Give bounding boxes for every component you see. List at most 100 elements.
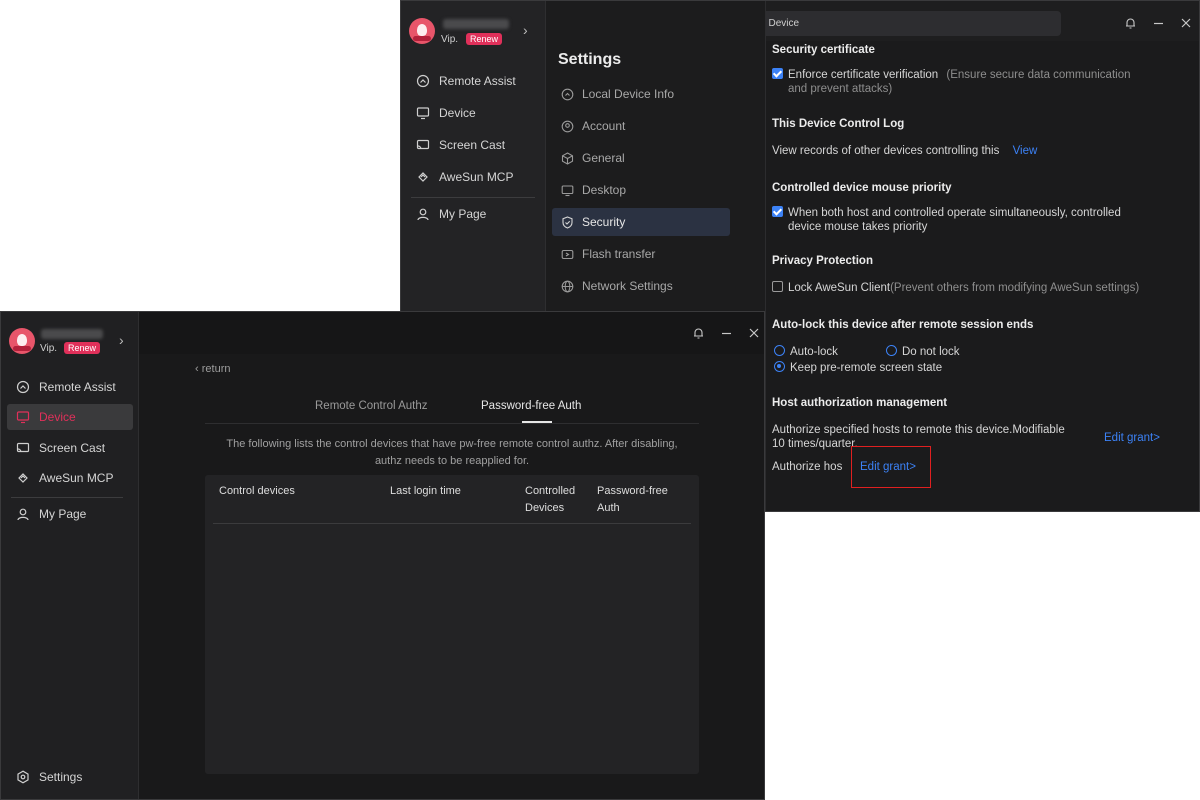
mouse-priority-title: Controlled device mouse priority [772,182,952,194]
nav-my-page[interactable]: My Page [407,201,539,227]
mouse-priority-label: When both host and controlled operate si… [788,207,1121,219]
minimize-icon[interactable] [1151,16,1165,30]
auto-lock-radio[interactable]: Auto-lock [774,345,838,359]
nav-awesun-mcp[interactable]: AweSun MCP [407,164,539,190]
nav-label: Remote Assist [39,380,116,394]
nav-device[interactable]: Device [407,100,539,126]
return-link[interactable]: ‹ return [195,363,230,375]
nav-divider [11,497,123,498]
col-password-free-auth-line-2: Auth [597,502,620,514]
do-not-lock-radio-button[interactable] [886,345,897,356]
nav-my-page[interactable]: My Page [7,501,133,527]
avatar[interactable] [9,328,35,354]
auth-description-line-1: The following lists the control devices … [226,438,678,450]
tab-remote-control-authz[interactable]: Remote Control Authz [315,400,428,412]
nav-settings[interactable]: Settings [7,764,133,790]
settings-item-general[interactable]: General [552,144,730,172]
settings-item-label: General [582,151,625,165]
renew-badge[interactable]: Renew [466,33,503,45]
edit-grant-link[interactable]: Edit grant> [1104,431,1160,445]
col-password-free-auth: Password-free Auth [597,483,668,517]
profile-chevron-icon[interactable]: › [523,22,528,38]
account-icon [560,119,574,133]
settings-item-local-device-info[interactable]: Local Device Info [552,80,730,108]
avatar[interactable] [409,18,435,44]
enforce-cert-label: Enforce certificate verification [788,69,939,81]
authorize-host-label: Authorize hos [772,461,843,473]
settings-item-label: Local Device Info [582,87,675,101]
desktop-icon [560,183,574,197]
password-free-auth-page: ‹ return Remote Control Authz Password-f… [139,354,764,799]
nav-remote-assist[interactable]: Remote Assist [7,374,133,400]
mouse-priority-option[interactable]: When both host and controlled operate si… [772,206,1121,220]
nav-label: Screen Cast [39,441,106,455]
bell-icon[interactable] [1123,16,1137,30]
vip-label: Vip. [441,34,459,45]
settings-item-account[interactable]: Account [552,112,730,140]
auto-lock-radio-button[interactable] [774,345,785,356]
auto-lock-label: Auto-lock [790,346,838,358]
auth-tabs: Remote Control Authz Password-free Auth [205,394,699,424]
device-window: Vip. Renew › Remote Assist Device Screen… [0,311,765,800]
mcp-icon [15,470,31,486]
keep-screen-radio[interactable]: Keep pre-remote screen state [774,361,942,375]
settings-item-label: Network Settings [582,279,673,293]
col-controlled-devices: Controlled Devices [525,483,575,517]
settings-item-label: Account [582,119,626,133]
settings-item-network-settings[interactable]: Network Settings [552,272,730,300]
enforce-cert-checkbox[interactable] [772,68,783,79]
view-log-link[interactable]: View [1013,145,1038,157]
nav-awesun-mcp[interactable]: AweSun MCP [7,465,133,491]
profile-name-blurred [443,19,509,29]
shield-icon [560,215,574,229]
settings-item-flash-transfer[interactable]: Flash transfer [552,240,730,268]
close-icon[interactable] [747,326,761,340]
bell-icon[interactable] [691,326,705,340]
auth-devices-table: Control devices Last login time Controll… [205,475,699,774]
nav-remote-assist[interactable]: Remote Assist [407,68,539,94]
nav-label: My Page [439,207,487,221]
minimize-icon[interactable] [719,326,733,340]
nav-label: My Page [39,507,87,521]
do-not-lock-radio[interactable]: Do not lock [886,345,960,359]
renew-badge[interactable]: Renew [64,342,101,354]
active-tab-indicator [522,421,552,423]
settings-title: Settings [558,51,622,68]
lock-client-hint: (Prevent others from modifying AweSun se… [890,282,1140,294]
settings-item-desktop[interactable]: Desktop [552,176,730,204]
profile-area[interactable] [409,18,435,44]
settings-hex-icon [15,769,31,785]
chevron-left-icon: ‹ [195,363,202,375]
nav-label: Screen Cast [439,138,506,152]
cube-icon [560,151,574,165]
nav-device[interactable]: Device [7,404,133,430]
window-controls [1123,16,1193,30]
privacy-title: Privacy Protection [772,255,873,267]
settings-item-security[interactable]: Security [552,208,730,236]
tab-password-free-auth[interactable]: Password-free Auth [481,400,581,412]
lock-client-option[interactable]: Lock AweSun Client(Prevent others from m… [772,281,1139,295]
table-header-divider [213,523,691,524]
mouse-priority-checkbox[interactable] [772,206,783,217]
close-icon[interactable] [1179,16,1193,30]
screen-cast-icon [15,440,31,456]
enforce-cert-hint: (Ensure secure data communication [946,69,1131,81]
lock-client-checkbox[interactable] [772,281,783,292]
auth-description-line-2: authz needs to be reapplied for. [374,455,530,467]
nav-screen-cast[interactable]: Screen Cast [407,132,539,158]
profile-chevron-icon[interactable]: › [119,332,124,348]
nav-screen-cast[interactable]: Screen Cast [7,435,133,461]
nav-label: AweSun MCP [39,471,114,485]
monitor-icon [15,409,31,425]
flash-transfer-icon [560,247,574,261]
keep-screen-radio-button[interactable] [774,361,785,372]
keep-screen-label: Keep pre-remote screen state [790,362,943,374]
profile-area[interactable] [9,328,35,354]
enforce-cert-option[interactable]: Enforce certificate verification (Ensure… [772,68,1131,82]
main-sidebar: Vip. Renew › Remote Assist Device Screen… [1,312,139,799]
auto-lock-title: Auto-lock this device after remote sessi… [772,319,1034,331]
globe-icon [560,279,574,293]
host-auth-desc-2: 10 times/quarter. [772,438,858,450]
control-log-row: View records of other devices controllin… [772,144,1037,158]
nav-label: Remote Assist [439,74,516,88]
